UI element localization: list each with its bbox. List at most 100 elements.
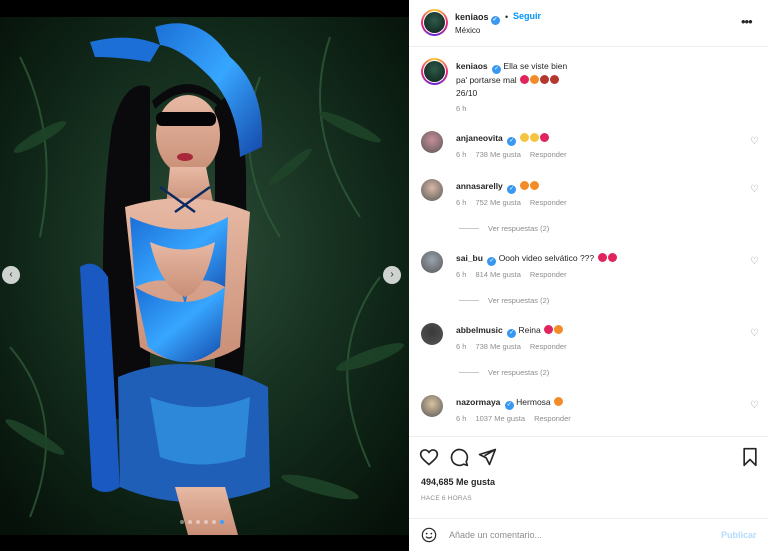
comment-meta: 6 h 738 Me gusta Responder — [456, 342, 576, 351]
emoji-icon — [529, 181, 539, 190]
comment-text: abbelmusic ✓ Reina — [456, 324, 736, 338]
caption-author[interactable]: keniaos — [456, 61, 488, 71]
verified-icon: ✓ — [507, 137, 517, 146]
commenter-name[interactable]: annasarelly — [456, 181, 503, 191]
verified-icon: ✓ — [487, 257, 497, 266]
reply-button[interactable]: Responder — [534, 414, 571, 423]
comment-likes[interactable]: 1037 Me gusta — [475, 414, 525, 423]
reply-button[interactable]: Responder — [530, 198, 567, 207]
likes-count[interactable]: 494,685 Me gusta — [421, 477, 495, 487]
replies-divider — [459, 300, 479, 301]
caption-avatar[interactable] — [421, 58, 448, 85]
caption-text: keniaos ✓ Ella se viste bien pa' portars… — [456, 60, 746, 100]
comment-likes[interactable]: 738 Me gusta — [475, 342, 520, 351]
commenter-avatar[interactable] — [421, 131, 443, 153]
commenter-avatar[interactable] — [421, 395, 443, 417]
commenter-avatar[interactable] — [421, 179, 443, 201]
separator-dot: • — [505, 12, 509, 22]
comment-time: 6 h — [456, 198, 467, 207]
comment-emojis — [519, 181, 539, 191]
next-media-button[interactable]: › — [383, 266, 401, 284]
carousel-indicator — [180, 520, 224, 524]
commenter-name[interactable]: abbelmusic — [456, 325, 503, 335]
chevron-right-icon: › — [390, 269, 394, 280]
comment-body: Reina — [518, 325, 541, 335]
comment-body: Oooh video selvático ??? — [498, 253, 595, 263]
comment-like-icon[interactable]: ♡ — [750, 401, 760, 411]
commenter-avatar[interactable] — [421, 323, 443, 345]
reply-button[interactable]: Responder — [530, 150, 567, 159]
emoji-icon — [529, 133, 539, 142]
view-replies-button[interactable]: Ver respuestas (2) — [459, 296, 549, 305]
more-options-icon[interactable]: ••• — [741, 14, 753, 29]
post-location[interactable]: México — [455, 26, 480, 35]
post-header: keniaos ✓ • Seguir México ••• — [409, 0, 768, 47]
comment-input[interactable] — [449, 527, 709, 543]
comment-emojis — [519, 133, 549, 143]
caption-time: 6 h — [456, 104, 475, 113]
author-avatar[interactable] — [421, 9, 448, 36]
commenter-name[interactable]: nazormaya — [456, 397, 500, 407]
comment-meta: 6 h 752 Me gusta Responder — [456, 198, 576, 207]
comment-likes[interactable]: 738 Me gusta — [475, 150, 520, 159]
post-media[interactable]: ‹ › — [0, 17, 409, 535]
view-replies-button[interactable]: Ver respuestas (2) — [459, 224, 549, 233]
fire-emoji-icon — [530, 75, 540, 84]
comment-text: sai_bu ✓ Oooh video selvático ??? — [456, 252, 736, 266]
commenter-name[interactable]: anjaneovita — [456, 133, 503, 143]
comment-time: 6 h — [456, 150, 467, 159]
emoji-icon — [607, 253, 617, 262]
comment-like-icon[interactable]: ♡ — [750, 257, 760, 267]
emoji-icon — [519, 181, 529, 190]
post-photo — [0, 17, 409, 535]
comment-text: nazormaya ✓ Hermosa — [456, 396, 736, 410]
bookmark-icon[interactable] — [740, 447, 760, 467]
view-replies-label[interactable]: Ver respuestas (2) — [488, 368, 549, 377]
comment-likes[interactable]: 752 Me gusta — [475, 198, 520, 207]
caption-line-3: 26/10 — [456, 88, 478, 98]
comment-icon[interactable] — [449, 447, 469, 467]
comment-body: Hermosa — [516, 397, 551, 407]
comment-emojis — [597, 253, 617, 263]
comment-text: annasarelly ✓ — [456, 180, 736, 194]
comment-time: 6 h — [456, 414, 467, 423]
emoji-icon — [519, 133, 529, 142]
follow-button[interactable]: Seguir — [513, 11, 541, 21]
view-replies-label[interactable]: Ver respuestas (2) — [488, 224, 549, 233]
reply-button[interactable]: Responder — [530, 342, 567, 351]
caption-line-1: Ella se viste bien — [503, 61, 568, 71]
carousel-dot — [204, 520, 208, 524]
emoji-icon — [554, 325, 564, 334]
verified-icon: ✓ — [507, 185, 517, 194]
emoji-picker-icon[interactable] — [421, 527, 437, 543]
share-icon[interactable] — [477, 447, 497, 467]
comment-like-icon[interactable]: ♡ — [750, 137, 760, 147]
comment-meta: 6 h 814 Me gusta Responder — [456, 270, 576, 279]
comment-like-icon[interactable]: ♡ — [750, 329, 760, 339]
comments-list[interactable]: keniaos ✓ Ella se viste bien pa' portars… — [409, 48, 768, 436]
view-replies-label[interactable]: Ver respuestas (2) — [488, 296, 549, 305]
view-replies-button[interactable]: Ver respuestas (2) — [459, 368, 549, 377]
author-username[interactable]: keniaos — [455, 12, 489, 22]
like-heart-icon[interactable] — [419, 447, 439, 467]
publish-button[interactable]: Publicar — [721, 530, 757, 540]
emoji-icon — [539, 133, 549, 142]
comment-like-icon[interactable]: ♡ — [750, 185, 760, 195]
reply-button[interactable]: Responder — [530, 270, 567, 279]
comment-emojis — [553, 397, 564, 407]
comment-emojis — [543, 325, 564, 335]
commenter-name[interactable]: sai_bu — [456, 253, 483, 263]
chevron-left-icon: ‹ — [9, 269, 13, 280]
post-actions: 494,685 Me gusta HACE 6 HORAS — [409, 436, 768, 516]
commenter-avatar[interactable] — [421, 251, 443, 273]
author-name[interactable]: keniaos ✓ — [455, 12, 500, 25]
comment-time: 6 h — [456, 270, 467, 279]
comment-text: anjaneovita ✓ — [456, 132, 736, 146]
previous-media-button[interactable]: ‹ — [2, 266, 20, 284]
emoji-icon — [597, 253, 607, 262]
add-comment-bar: Publicar — [409, 518, 768, 551]
post-side-panel: keniaos ✓ • Seguir México ••• keniaos ✓ E… — [409, 0, 768, 551]
verified-icon: ✓ — [492, 65, 502, 74]
comment-likes[interactable]: 814 Me gusta — [475, 270, 520, 279]
emoji-icon — [544, 325, 554, 334]
